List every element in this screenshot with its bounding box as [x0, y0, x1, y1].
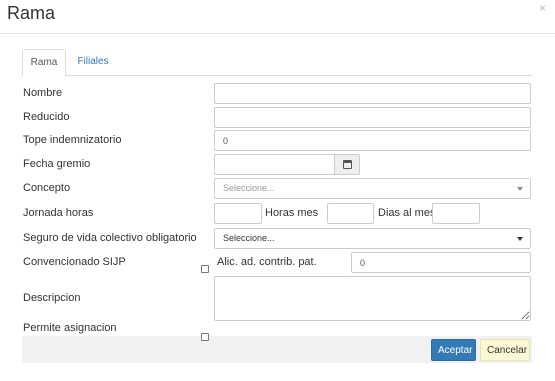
tope-label: Tope indemnizatorio — [23, 134, 122, 146]
dias-al-mes-label: Dias al mes — [378, 207, 436, 219]
nombre-label: Nombre — [23, 87, 63, 99]
chevron-down-icon — [517, 187, 523, 191]
close-icon[interactable]: × — [539, 1, 546, 15]
fecha-gremio-label: Fecha gremio — [23, 158, 91, 170]
permite-asignacion-label: Permite asignacion — [23, 322, 117, 334]
convencionado-checkbox[interactable] — [201, 265, 209, 273]
descripcion-textarea[interactable] — [214, 276, 531, 321]
calendar-button[interactable] — [334, 154, 360, 175]
seguro-label: Seguro de vida colectivo obligatorio — [23, 232, 197, 244]
reducido-input[interactable] — [214, 107, 531, 128]
tab-bar: Rama Filiales — [22, 49, 532, 77]
header-divider — [0, 33, 555, 34]
alic-input[interactable] — [351, 252, 531, 273]
reducido-label: Reducido — [23, 111, 70, 123]
concepto-label: Concepto — [23, 182, 71, 194]
jornada-horas-label: Jornada horas — [23, 207, 94, 219]
horas-mes-label: Horas mes — [265, 207, 319, 219]
jornada-horas-input[interactable] — [214, 203, 262, 224]
convencionado-label: Convencionado SIJP — [23, 256, 126, 268]
concepto-select[interactable]: Seleccione... — [214, 178, 531, 199]
tab-rama[interactable]: Rama — [22, 49, 66, 77]
permite-asignacion-checkbox[interactable] — [201, 333, 209, 341]
calendar-icon — [343, 160, 352, 169]
alic-label: Alic. ad. contrib. pat. — [217, 256, 317, 268]
seguro-select[interactable]: Seleccione... — [214, 228, 531, 249]
modal-title: Rama — [7, 3, 56, 23]
horas-mes-input[interactable] — [327, 203, 374, 224]
cancel-button[interactable]: Cancelar — [480, 339, 530, 361]
nombre-input[interactable] — [214, 83, 531, 104]
chevron-down-icon — [517, 237, 523, 241]
fecha-gremio-input[interactable] — [214, 154, 335, 175]
tope-input[interactable] — [214, 130, 531, 151]
accept-button[interactable]: Aceptar — [431, 339, 476, 361]
descripcion-label: Descripcion — [23, 292, 81, 304]
dias-al-mes-input[interactable] — [432, 203, 480, 224]
tab-filiales[interactable]: Filiales — [74, 49, 112, 76]
seguro-selected: Seleccione... — [223, 233, 275, 243]
concepto-placeholder: Seleccione... — [223, 183, 275, 193]
